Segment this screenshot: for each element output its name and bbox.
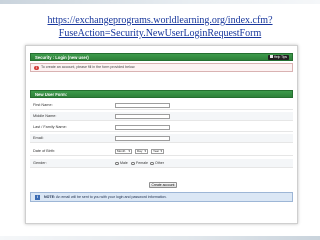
gender-row: Gender: Male Female Other [30,159,293,168]
gender-other-radio[interactable] [150,161,154,165]
chevron-down-icon: ▾ [144,148,146,153]
middle-name-label: Middle Name: [33,114,57,118]
dob-year-value: Year [153,148,160,153]
first-name-row: First Name: [30,101,293,110]
new-user-form-header: New User Form: [30,90,293,98]
slide-top-decoration [0,0,320,4]
last-name-input[interactable] [115,124,170,130]
gender-female-radio[interactable] [131,161,135,165]
email-input[interactable] [115,135,170,141]
last-name-label: Last / Family Name: [33,125,67,129]
dob-row: Date of Birth: Month ▾ Day ▾ Year ▾ [30,147,293,156]
gender-other-label: Other [155,161,164,165]
email-info-note: i NOTE: An email will be sent to you wit… [30,192,293,202]
dob-day-value: Day [137,148,143,153]
middle-name-input[interactable] [115,113,170,119]
gender-male-label: Male [120,161,128,165]
dob-year-select[interactable]: Year ▾ [151,148,164,154]
security-title: Security : Login (new user) [35,55,89,60]
new-user-form-title: New User Form: [35,92,68,97]
create-account-button[interactable]: Create account [149,182,177,188]
first-name-input[interactable] [115,102,170,108]
info-icon: i [35,195,40,200]
gender-female-label: Female [136,161,148,165]
alert-icon: ! [34,65,39,70]
note-body: An email will be sent to you with your l… [56,195,167,199]
email-row: Email: [30,134,293,143]
gender-male-radio[interactable] [115,161,119,165]
first-name-label: First Name: [33,103,53,107]
note-prefix: NOTE: [44,195,56,199]
help-tips-label: Help Tips [273,55,287,59]
screenshot-frame: Security : Login (new user) Help Tips ! … [25,45,298,224]
help-icon [269,55,273,59]
chevron-down-icon: ▾ [160,148,162,153]
middle-name-row: Middle Name: [30,112,293,121]
security-header-bar: Security : Login (new user) Help Tips [30,53,293,61]
slide-url-link[interactable]: https://exchangeprograms.worldlearning.o… [6,14,314,40]
instruction-text: To create an account, please fill in the… [41,65,136,69]
email-info-text: NOTE: An email will be sent to you with … [44,193,167,201]
email-label: Email: [33,136,44,140]
dob-month-value: Month [117,148,126,153]
gender-label: Gender: [33,161,47,165]
dob-label: Date of Birth: [33,149,56,153]
chevron-down-icon: ▾ [128,148,130,153]
slide-bottom-decoration [0,236,320,240]
help-tips-button[interactable]: Help Tips [267,55,289,60]
last-name-row: Last / Family Name: [30,123,293,132]
instruction-note: ! To create an account, please fill in t… [30,63,293,72]
dob-day-select[interactable]: Day ▾ [135,148,148,154]
dob-month-select[interactable]: Month ▾ [115,148,132,154]
